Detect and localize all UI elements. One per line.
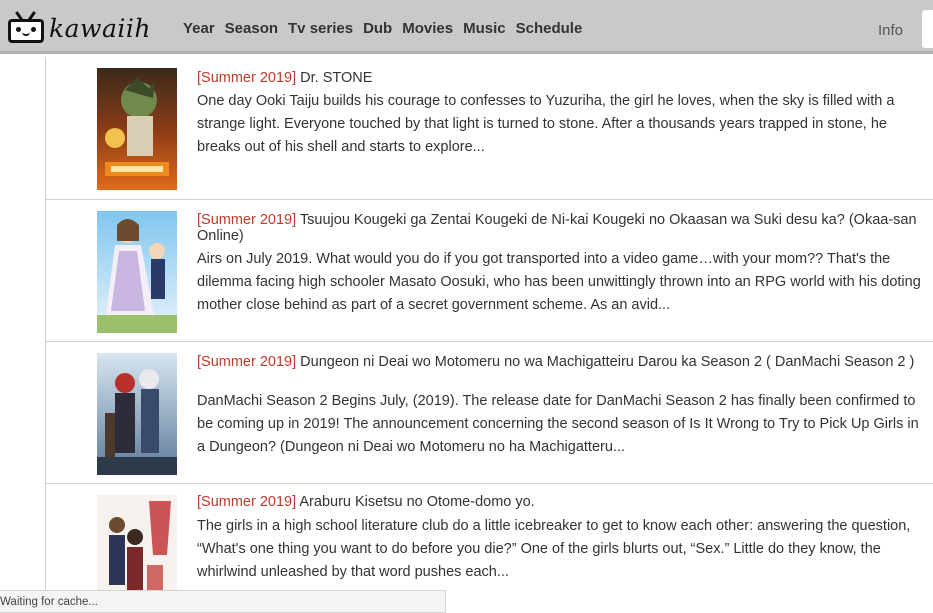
poster-image[interactable] xyxy=(97,353,177,475)
title-text: Tsuujou Kougeki ga Zentai Kougeki de Ni-… xyxy=(197,212,917,244)
logo-text: kawaiih xyxy=(49,14,151,43)
title-text: Dungeon ni Deai wo Motomeru no wa Machig… xyxy=(300,354,915,370)
item-description: Airs on July 2019. What would you do if … xyxy=(197,251,921,313)
item-title[interactable]: [Summer 2019] Tsuujou Kougeki ga Zentai … xyxy=(197,212,919,244)
anime-list: [Summer 2019] Dr. STONE One day Ooki Tai… xyxy=(45,57,933,613)
poster-image[interactable] xyxy=(97,68,177,190)
main-nav: Year Season Tv series Dub Movies Music S… xyxy=(183,20,592,37)
nav-tv-series[interactable]: Tv series xyxy=(288,20,353,37)
title-text: Dr. STONE xyxy=(300,70,373,86)
nav-schedule[interactable]: Schedule xyxy=(516,20,583,37)
info-link[interactable]: Info xyxy=(878,22,903,39)
list-item: [Summer 2019] Dr. STONE One day Ooki Tai… xyxy=(46,57,933,200)
list-item: [Summer 2019] Dungeon ni Deai wo Motomer… xyxy=(46,342,933,484)
title-text: Araburu Kisetsu no Otome-domo yo. xyxy=(299,494,535,510)
item-title[interactable]: [Summer 2019] Dr. STONE xyxy=(197,70,919,86)
browser-status-bar: Waiting for cache... xyxy=(0,590,446,613)
site-logo[interactable]: kawaiih xyxy=(6,0,151,53)
season-tag: [Summer 2019] xyxy=(197,212,297,228)
item-description: The girls in a high school literature cl… xyxy=(197,518,911,580)
tv-mascot-icon xyxy=(6,10,46,45)
item-title[interactable]: [Summer 2019] Dungeon ni Deai wo Motomer… xyxy=(197,354,919,370)
nav-music[interactable]: Music xyxy=(463,20,506,37)
season-tag: [Summer 2019] xyxy=(197,354,297,370)
nav-movies[interactable]: Movies xyxy=(402,20,453,37)
nav-year[interactable]: Year xyxy=(183,20,215,37)
list-item: [Summer 2019] Tsuujou Kougeki ga Zentai … xyxy=(46,200,933,342)
season-tag: [Summer 2019] xyxy=(197,70,297,86)
search-input[interactable] xyxy=(922,10,933,48)
site-header: kawaiih Year Season Tv series Dub Movies… xyxy=(0,0,933,54)
item-title[interactable]: [Summer 2019] Araburu Kisetsu no Otome-d… xyxy=(197,494,919,510)
poster-image[interactable] xyxy=(97,211,177,333)
nav-season[interactable]: Season xyxy=(225,20,278,37)
item-description: One day Ooki Taiju builds his courage to… xyxy=(197,93,895,155)
nav-dub[interactable]: Dub xyxy=(363,20,392,37)
item-description: DanMachi Season 2 Begins July, (2019). T… xyxy=(197,393,919,455)
season-tag: [Summer 2019] xyxy=(197,494,297,510)
